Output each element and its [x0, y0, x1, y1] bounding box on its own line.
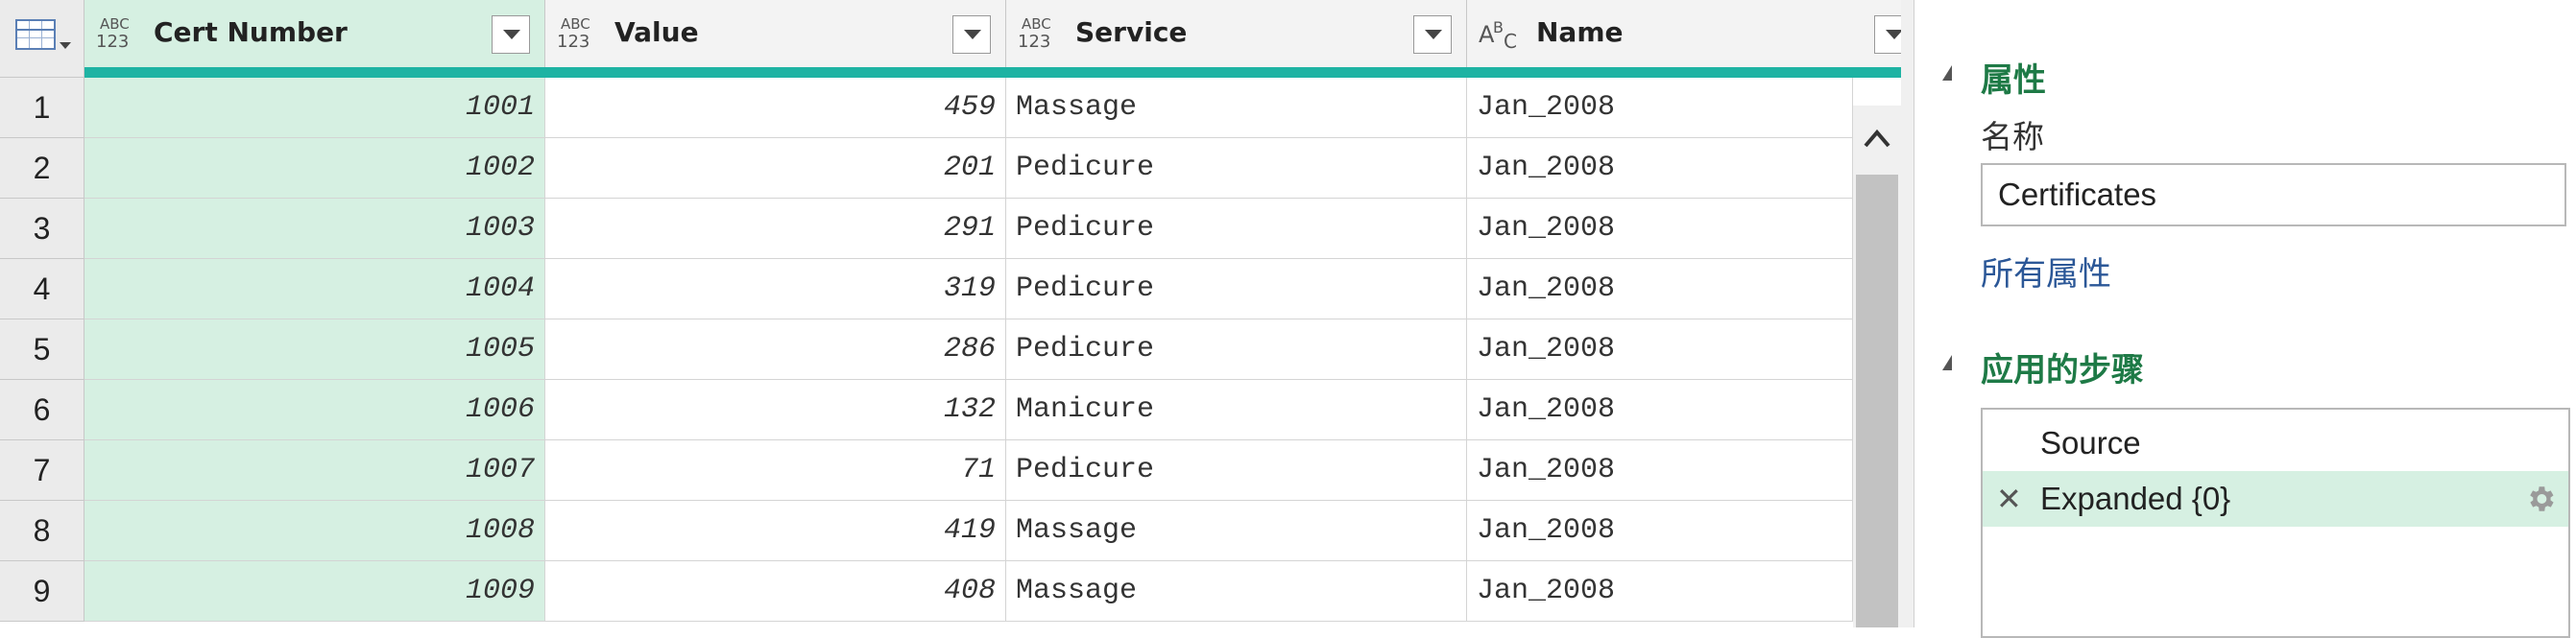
table-icon [15, 19, 56, 50]
column-header-label: Service [1075, 16, 1188, 48]
table-row: 1 1001 459 Massage Jan_2008 [0, 78, 1853, 138]
cell-service[interactable]: Pedicure [1006, 319, 1467, 380]
type-any-icon[interactable]: ABC 123 [96, 15, 138, 54]
svg-text:C: C [1504, 30, 1517, 53]
row-number[interactable]: 5 [0, 319, 84, 380]
cell-value[interactable]: 71 [545, 440, 1006, 501]
table-row: 8 1008 419 Massage Jan_2008 [0, 501, 1853, 561]
column-header-service[interactable]: ABC 123 Service [1006, 0, 1467, 67]
table-row: 7 1007 71 Pedicure Jan_2008 [0, 440, 1853, 501]
cell-name[interactable]: Jan_2008 [1467, 501, 1853, 561]
cell-service[interactable]: Pedicure [1006, 138, 1467, 199]
step-label: Expanded {0} [2040, 481, 2231, 516]
applied-steps-title: 应用的步骤 [1981, 351, 2144, 390]
x-icon[interactable]: ✕ [1996, 471, 2022, 527]
data-preview-grid: ABC 123 Cert Number ABC 123 Value ABC 123 S… [0, 0, 1901, 627]
cell-cert-number[interactable]: 1009 [84, 561, 545, 622]
cell-service[interactable]: Pedicure [1006, 199, 1467, 259]
column-header-label: Name [1536, 16, 1624, 48]
table-row: 3 1003 291 Pedicure Jan_2008 [0, 199, 1853, 259]
cell-name[interactable]: Jan_2008 [1467, 138, 1853, 199]
cell-service[interactable]: Manicure [1006, 380, 1467, 440]
cell-value[interactable]: 459 [545, 78, 1006, 138]
cell-service[interactable]: Massage [1006, 561, 1467, 622]
scrollbar-thumb[interactable] [1856, 175, 1898, 627]
cell-cert-number[interactable]: 1007 [84, 440, 545, 501]
cell-value[interactable]: 132 [545, 380, 1006, 440]
properties-title: 属性 [1981, 61, 2046, 100]
column-filter-dropdown[interactable] [952, 15, 991, 54]
column-header-label: Cert Number [154, 16, 348, 48]
column-filter-dropdown[interactable] [1874, 15, 1901, 54]
table-row: 5 1005 286 Pedicure Jan_2008 [0, 319, 1853, 380]
row-number[interactable]: 6 [0, 380, 84, 440]
step-expanded[interactable]: ✕ Expanded {0} [1983, 471, 2568, 527]
chevron-up-icon [1864, 129, 1890, 148]
cell-cert-number[interactable]: 1001 [84, 78, 545, 138]
column-header-row: ABC 123 Cert Number ABC 123 Value ABC 123 S… [0, 0, 1901, 78]
cell-cert-number[interactable]: 1008 [84, 501, 545, 561]
cell-name[interactable]: Jan_2008 [1467, 78, 1853, 138]
applied-steps-list: Source ✕ Expanded {0} [1981, 408, 2570, 638]
chevron-down-icon [60, 42, 71, 49]
type-text-icon[interactable]: A B C [1479, 15, 1521, 54]
cell-cert-number[interactable]: 1004 [84, 259, 545, 319]
cell-service[interactable]: Pedicure [1006, 259, 1467, 319]
row-number[interactable]: 8 [0, 501, 84, 561]
row-number[interactable]: 7 [0, 440, 84, 501]
step-source[interactable]: Source [1983, 415, 2568, 471]
column-filter-dropdown[interactable] [1413, 15, 1452, 54]
table-row: 4 1004 319 Pedicure Jan_2008 [0, 259, 1853, 319]
name-label: 名称 [1981, 118, 2044, 155]
cell-cert-number[interactable]: 1006 [84, 380, 545, 440]
column-header-label: Value [614, 16, 699, 48]
row-number[interactable]: 4 [0, 259, 84, 319]
cell-value[interactable]: 286 [545, 319, 1006, 380]
row-number[interactable]: 9 [0, 561, 84, 622]
column-header-name[interactable]: A B C Name [1467, 0, 1901, 67]
cell-service[interactable]: Massage [1006, 78, 1467, 138]
column-quality-bar [84, 67, 1901, 78]
row-number[interactable]: 3 [0, 199, 84, 259]
svg-text:B: B [1493, 18, 1504, 36]
cell-name[interactable]: Jan_2008 [1467, 561, 1853, 622]
gear-icon[interactable] [2524, 483, 2557, 515]
collapse-triangle-icon[interactable] [1942, 65, 1952, 81]
column-header-value[interactable]: ABC 123 Value [545, 0, 1006, 67]
cell-value[interactable]: 291 [545, 199, 1006, 259]
table-row: 2 1002 201 Pedicure Jan_2008 [0, 138, 1853, 199]
table-row: 9 1009 408 Massage Jan_2008 [0, 561, 1853, 622]
pane-splitter[interactable] [1901, 0, 1914, 627]
vertical-scrollbar[interactable] [1853, 106, 1901, 627]
table-menu-button[interactable] [0, 0, 84, 78]
cell-value[interactable]: 419 [545, 501, 1006, 561]
type-any-icon[interactable]: ABC 123 [557, 15, 599, 54]
cell-service[interactable]: Pedicure [1006, 440, 1467, 501]
type-any-icon[interactable]: ABC 123 [1018, 15, 1060, 54]
cell-name[interactable]: Jan_2008 [1467, 319, 1853, 380]
cell-cert-number[interactable]: 1002 [84, 138, 545, 199]
cell-name[interactable]: Jan_2008 [1467, 440, 1853, 501]
cell-name[interactable]: Jan_2008 [1467, 380, 1853, 440]
column-filter-dropdown[interactable] [492, 15, 530, 54]
row-number[interactable]: 2 [0, 138, 84, 199]
cell-value[interactable]: 319 [545, 259, 1006, 319]
query-settings-pane: 属性 名称 所有属性 应用的步骤 Source ✕ Expanded {0} [1915, 0, 2576, 638]
cell-name[interactable]: Jan_2008 [1467, 259, 1853, 319]
query-name-input[interactable] [1981, 163, 2566, 226]
table-row: 6 1006 132 Manicure Jan_2008 [0, 380, 1853, 440]
collapse-triangle-icon[interactable] [1942, 355, 1952, 370]
step-label: Source [2040, 425, 2141, 461]
column-header-cert-number[interactable]: ABC 123 Cert Number [84, 0, 545, 67]
all-properties-link[interactable]: 所有属性 [1981, 248, 2111, 295]
cell-cert-number[interactable]: 1005 [84, 319, 545, 380]
row-number[interactable]: 1 [0, 78, 84, 138]
cell-service[interactable]: Massage [1006, 501, 1467, 561]
cell-name[interactable]: Jan_2008 [1467, 199, 1853, 259]
cell-value[interactable]: 201 [545, 138, 1006, 199]
cell-cert-number[interactable]: 1003 [84, 199, 545, 259]
scroll-up-button[interactable] [1853, 106, 1901, 173]
cell-value[interactable]: 408 [545, 561, 1006, 622]
